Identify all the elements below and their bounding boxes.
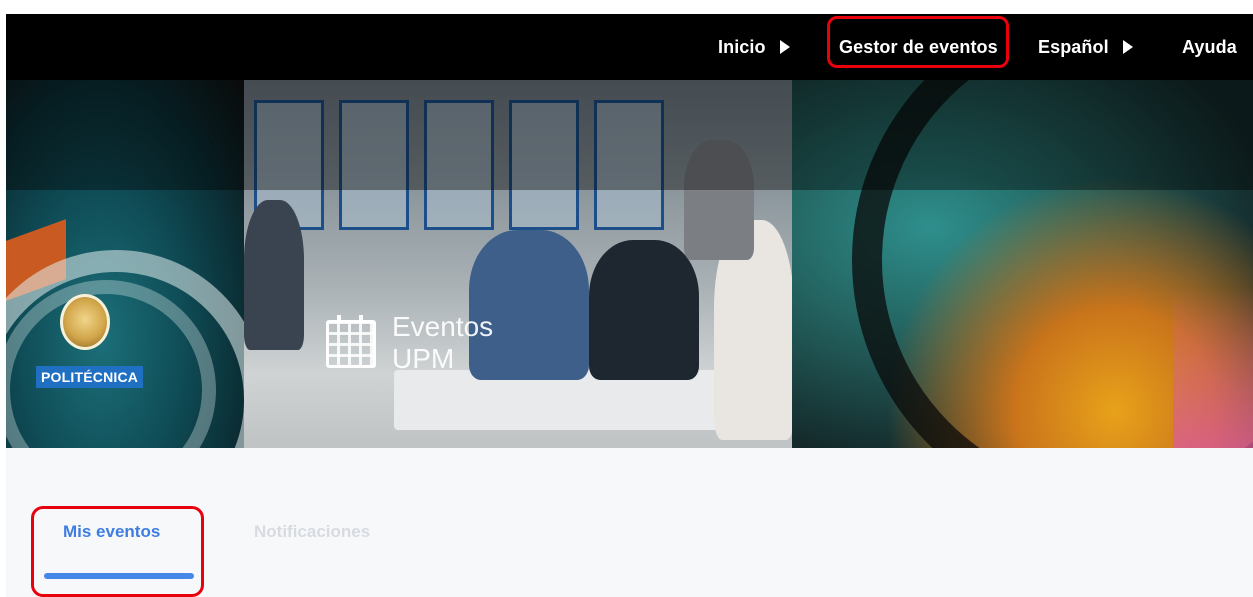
nav-item-label: Inicio [718, 36, 766, 57]
banner-top-shade [6, 80, 1253, 190]
upm-logo: POLITÉCNICA [12, 290, 152, 390]
nav-item-inicio[interactable]: Inicio [718, 14, 790, 80]
upm-crest-icon [60, 294, 110, 350]
top-nav-bar: Inicio Gestor de eventos Español Ayuda [6, 14, 1253, 80]
nav-item-language[interactable]: Español [1038, 14, 1133, 80]
brand-line-2: UPM [392, 343, 455, 374]
brand-line-1: Eventos [392, 311, 494, 342]
eventos-upm-brand: Eventos UPM [326, 312, 493, 382]
nav-item-label: Gestor de eventos [839, 36, 998, 57]
nav-item-label: Ayuda [1182, 36, 1237, 57]
calendar-icon [326, 315, 376, 368]
caret-right-icon [779, 40, 790, 54]
banner-decor [469, 230, 589, 380]
hero-banner: POLITÉCNICA Eventos UPM [6, 80, 1253, 448]
tab-mis-eventos[interactable]: Mis eventos [63, 522, 160, 542]
banner-decor [244, 200, 304, 350]
tabs-area: Mis eventos Notificaciones [6, 448, 1253, 597]
banner-decor [589, 240, 699, 380]
banner-decor [1173, 288, 1253, 448]
page: Inicio Gestor de eventos Español Ayuda P… [0, 0, 1253, 597]
nav-item-label: Español [1038, 36, 1109, 57]
upm-logo-label: POLITÉCNICA [36, 366, 144, 388]
caret-right-icon [1122, 40, 1133, 54]
nav-item-ayuda[interactable]: Ayuda [1182, 14, 1237, 80]
active-tab-indicator [44, 573, 194, 579]
nav-item-gestor-de-eventos[interactable]: Gestor de eventos [839, 14, 998, 80]
tab-notificaciones[interactable]: Notificaciones [254, 522, 370, 542]
